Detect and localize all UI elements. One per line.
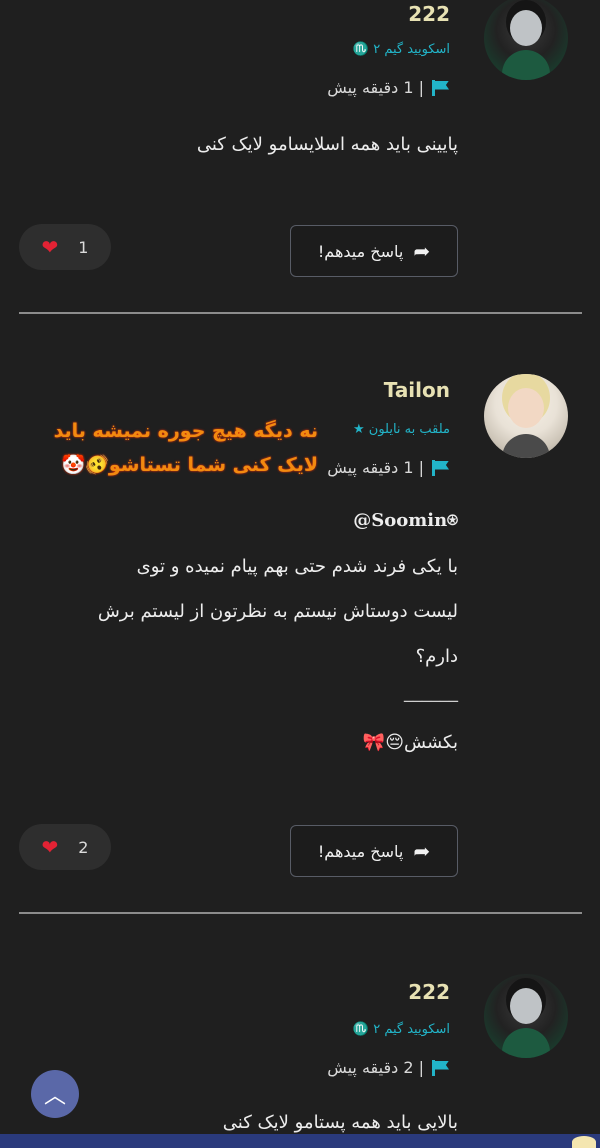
heart-icon: ❤ — [41, 835, 59, 859]
like-button[interactable]: ❤ 1 — [19, 224, 111, 270]
like-count: 1 — [78, 237, 89, 257]
reply-arrow-icon: ➦ — [413, 839, 431, 863]
overlay-caption-line-2: لایک کنی شما تستاشو🫨🤡 — [61, 454, 318, 476]
user-subtitle: ملقب به نایلون ★ — [352, 422, 450, 437]
timestamp: | 1 دقیقه پیش — [327, 458, 424, 477]
flag-icon[interactable] — [432, 79, 450, 96]
user-subtitle: اسکویید گیم ۲ ♏️ — [352, 42, 450, 57]
comment-body: پایینی باید همه اسلایسامو لایک کنی — [196, 134, 458, 155]
reply-button[interactable]: ➦ پاسخ میدهم! — [290, 225, 458, 277]
timestamp: | 2 دقیقه پیش — [327, 1058, 424, 1077]
scroll-to-top-button[interactable]: ︿ — [31, 1070, 79, 1118]
comment-body-line: با یکی فرند شدم حتی بهم پیام نمیده و توی — [136, 556, 458, 577]
bottom-bar — [0, 1134, 600, 1148]
divider — [19, 912, 582, 914]
heart-icon: ❤ — [41, 235, 59, 259]
username[interactable]: 222 — [408, 980, 450, 1004]
comment-tail: بکشش😔🎀 — [362, 732, 458, 753]
flag-icon[interactable] — [432, 1059, 450, 1076]
text-rule: ______ — [404, 682, 458, 703]
divider — [19, 312, 582, 314]
like-button[interactable]: ❤ 2 — [19, 824, 111, 870]
reply-button[interactable]: ➦ پاسخ میدهم! — [290, 825, 458, 877]
user-subtitle: اسکویید گیم ۲ ♏️ — [352, 1022, 450, 1037]
corner-logo — [572, 1136, 596, 1148]
reply-label: پاسخ میدهم! — [317, 241, 404, 261]
avatar[interactable] — [484, 374, 568, 458]
reply-arrow-icon: ➦ — [413, 239, 431, 263]
username[interactable]: Tailon — [384, 378, 450, 402]
avatar[interactable] — [484, 974, 568, 1058]
reply-label: پاسخ میدهم! — [317, 841, 404, 861]
flag-icon[interactable] — [432, 459, 450, 476]
comment-meta: | 1 دقیقه پیش — [327, 458, 450, 477]
comment-body-line: لیست دوستاش نیستم به نظرتون از لیستم برش — [97, 601, 458, 622]
chevron-up-icon: ︿ — [43, 1084, 66, 1109]
mention[interactable]: @Soomin⍟ — [38, 498, 458, 543]
username[interactable]: 222 — [408, 2, 450, 26]
avatar[interactable] — [484, 0, 568, 80]
comment-meta: | 2 دقیقه پیش — [327, 1058, 450, 1077]
timestamp: | 1 دقیقه پیش — [327, 78, 424, 97]
comment-meta: | 1 دقیقه پیش — [327, 78, 450, 97]
like-count: 2 — [78, 837, 89, 857]
overlay-caption-line-1: نه دیگه هیچ جوره نمیشه باید — [53, 420, 318, 442]
